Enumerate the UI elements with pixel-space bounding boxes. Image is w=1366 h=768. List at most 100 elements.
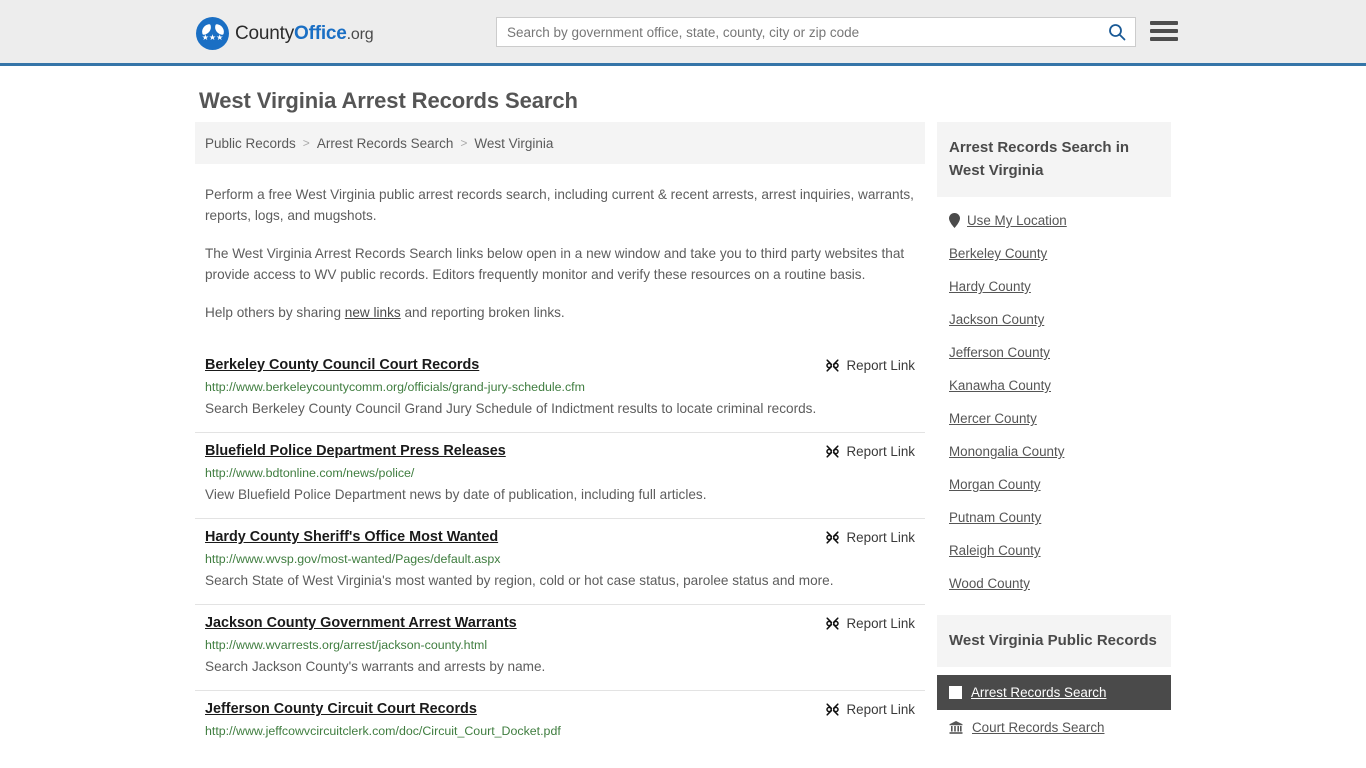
sidebar-item-mercer-county[interactable]: Mercer County bbox=[949, 401, 1159, 434]
logo-text-office: Office bbox=[294, 22, 347, 44]
sidebar-item-hardy-county[interactable]: Hardy County bbox=[949, 269, 1159, 302]
courthouse-icon bbox=[949, 721, 963, 734]
sidebar-item-jefferson-county[interactable]: Jefferson County bbox=[949, 335, 1159, 368]
result-header: Hardy County Sheriff's Office Most Wante… bbox=[205, 529, 915, 545]
sidebar-county-label: Hardy County bbox=[949, 279, 1031, 294]
report-link-button[interactable]: Report Link bbox=[825, 616, 915, 631]
sidebar-county-label: Kanawha County bbox=[949, 378, 1051, 393]
result-item: Jefferson County Circuit Court Records R… bbox=[195, 691, 925, 750]
intro-text-before-link: Help others by sharing bbox=[205, 305, 345, 320]
broken-link-icon bbox=[825, 359, 839, 372]
breadcrumb-separator: > bbox=[460, 136, 468, 150]
breadcrumb-item-arrest-records-search[interactable]: Arrest Records Search bbox=[317, 136, 454, 151]
sidebar-item-berkeley-county[interactable]: Berkeley County bbox=[949, 236, 1159, 269]
sidebar-item-wood-county[interactable]: Wood County bbox=[949, 566, 1159, 599]
sidebar-county-label: Raleigh County bbox=[949, 543, 1041, 558]
square-icon bbox=[949, 686, 962, 699]
intro-paragraph-3: Help others by sharing new links and rep… bbox=[205, 302, 915, 323]
broken-link-icon bbox=[825, 617, 839, 630]
logo-text-tld: .org bbox=[346, 25, 374, 43]
sidebar-county-links: Use My Location Berkeley County Hardy Co… bbox=[937, 197, 1171, 599]
result-item: Hardy County Sheriff's Office Most Wante… bbox=[195, 519, 925, 605]
sidebar-county-label: Mercer County bbox=[949, 411, 1037, 426]
result-item: Jackson County Government Arrest Warrant… bbox=[195, 605, 925, 691]
sidebar-county-label: Jackson County bbox=[949, 312, 1045, 327]
result-description: View Bluefield Police Department news by… bbox=[205, 487, 707, 502]
report-link-button[interactable]: Report Link bbox=[825, 358, 915, 373]
sidebar-county-label: Berkeley County bbox=[949, 246, 1048, 261]
result-url: http://www.bdtonline.com/news/police/ bbox=[205, 466, 415, 480]
search-input[interactable] bbox=[497, 18, 1099, 46]
intro-section: Perform a free West Virginia public arre… bbox=[195, 184, 925, 323]
results-list: Berkeley County Council Court Records Re… bbox=[195, 347, 925, 750]
search-button[interactable] bbox=[1099, 18, 1135, 46]
result-header: Jefferson County Circuit Court Records R… bbox=[205, 701, 915, 717]
result-header: Jackson County Government Arrest Warrant… bbox=[205, 615, 915, 631]
sidebar-item-arrest-records-search[interactable]: Arrest Records Search bbox=[937, 675, 1171, 710]
sidebar-item-morgan-county[interactable]: Morgan County bbox=[949, 467, 1159, 500]
logo-stars: ★★★ bbox=[201, 33, 224, 42]
map-pin-icon bbox=[949, 213, 960, 228]
intro-text-after-link: and reporting broken links. bbox=[400, 305, 565, 320]
broken-link-icon bbox=[825, 531, 839, 544]
sidebar-record-type-label: Court Records Search bbox=[972, 720, 1105, 735]
breadcrumb-item-public-records[interactable]: Public Records bbox=[205, 136, 296, 151]
sidebar-county-label: Jefferson County bbox=[949, 345, 1050, 360]
result-description: Search Jackson County's warrants and arr… bbox=[205, 659, 546, 674]
main-content-column: Public Records > Arrest Records Search >… bbox=[195, 122, 925, 750]
result-title-link[interactable]: Bluefield Police Department Press Releas… bbox=[205, 443, 506, 459]
sidebar-counties-heading: Arrest Records Search in West Virginia bbox=[937, 122, 1171, 197]
search-icon bbox=[1109, 24, 1126, 41]
sidebar-item-monongalia-county[interactable]: Monongalia County bbox=[949, 434, 1159, 467]
search-bar[interactable] bbox=[496, 17, 1136, 47]
report-link-label: Report Link bbox=[846, 616, 915, 631]
result-description: Search Berkeley County Council Grand Jur… bbox=[205, 401, 817, 416]
sidebar-item-use-my-location[interactable]: Use My Location bbox=[949, 197, 1159, 236]
result-title-link[interactable]: Hardy County Sheriff's Office Most Wante… bbox=[205, 529, 498, 545]
report-link-label: Report Link bbox=[846, 444, 915, 459]
sidebar-item-kanawha-county[interactable]: Kanawha County bbox=[949, 368, 1159, 401]
result-description: Search State of West Virginia's most wan… bbox=[205, 573, 834, 588]
site-header: ★★★ CountyOffice.org bbox=[0, 0, 1366, 66]
sidebar-record-type-label: Arrest Records Search bbox=[971, 685, 1107, 700]
site-logo[interactable]: ★★★ CountyOffice.org bbox=[196, 17, 374, 50]
result-url: http://www.berkeleycountycomm.org/offici… bbox=[205, 380, 585, 394]
result-url: http://www.jeffcowvcircuitclerk.com/doc/… bbox=[205, 724, 561, 738]
sidebar: Arrest Records Search in West Virginia U… bbox=[937, 122, 1171, 745]
report-link-button[interactable]: Report Link bbox=[825, 702, 915, 717]
sidebar-item-putnam-county[interactable]: Putnam County bbox=[949, 500, 1159, 533]
logo-text: CountyOffice.org bbox=[235, 22, 374, 45]
sidebar-public-records-heading: West Virginia Public Records bbox=[937, 615, 1171, 667]
sidebar-county-label: Monongalia County bbox=[949, 444, 1065, 459]
breadcrumb-separator: > bbox=[302, 136, 310, 150]
sidebar-county-label: Morgan County bbox=[949, 477, 1041, 492]
sidebar-record-types-list: Arrest Records Search Court Records Sear… bbox=[937, 675, 1171, 745]
report-link-label: Report Link bbox=[846, 702, 915, 717]
result-url: http://www.wvsp.gov/most-wanted/Pages/de… bbox=[205, 552, 501, 566]
sidebar-item-court-records-search[interactable]: Court Records Search bbox=[937, 710, 1171, 745]
report-link-button[interactable]: Report Link bbox=[825, 530, 915, 545]
page-title: West Virginia Arrest Records Search bbox=[199, 88, 578, 113]
breadcrumb: Public Records > Arrest Records Search >… bbox=[195, 122, 925, 164]
intro-paragraph-2: The West Virginia Arrest Records Search … bbox=[205, 246, 905, 282]
broken-link-icon bbox=[825, 445, 839, 458]
result-title-link[interactable]: Jackson County Government Arrest Warrant… bbox=[205, 615, 517, 631]
sidebar-use-my-location-label: Use My Location bbox=[967, 213, 1067, 228]
new-links-link[interactable]: new links bbox=[345, 305, 401, 320]
result-header: Berkeley County Council Court Records Re… bbox=[205, 357, 915, 373]
result-title-link[interactable]: Berkeley County Council Court Records bbox=[205, 357, 479, 373]
sidebar-county-label: Wood County bbox=[949, 576, 1030, 591]
sidebar-county-label: Putnam County bbox=[949, 510, 1042, 525]
hamburger-menu-icon[interactable] bbox=[1150, 18, 1178, 44]
sidebar-item-jackson-county[interactable]: Jackson County bbox=[949, 302, 1159, 335]
report-link-label: Report Link bbox=[846, 530, 915, 545]
result-url: http://www.wvarrests.org/arrest/jackson-… bbox=[205, 638, 488, 652]
report-link-label: Report Link bbox=[846, 358, 915, 373]
breadcrumb-item-west-virginia: West Virginia bbox=[474, 135, 554, 151]
report-link-button[interactable]: Report Link bbox=[825, 444, 915, 459]
result-item: Bluefield Police Department Press Releas… bbox=[195, 433, 925, 519]
eagle-shield-logo-icon: ★★★ bbox=[196, 17, 229, 50]
result-title-link[interactable]: Jefferson County Circuit Court Records bbox=[205, 701, 477, 717]
sidebar-item-raleigh-county[interactable]: Raleigh County bbox=[949, 533, 1159, 566]
result-item: Berkeley County Council Court Records Re… bbox=[195, 347, 925, 433]
